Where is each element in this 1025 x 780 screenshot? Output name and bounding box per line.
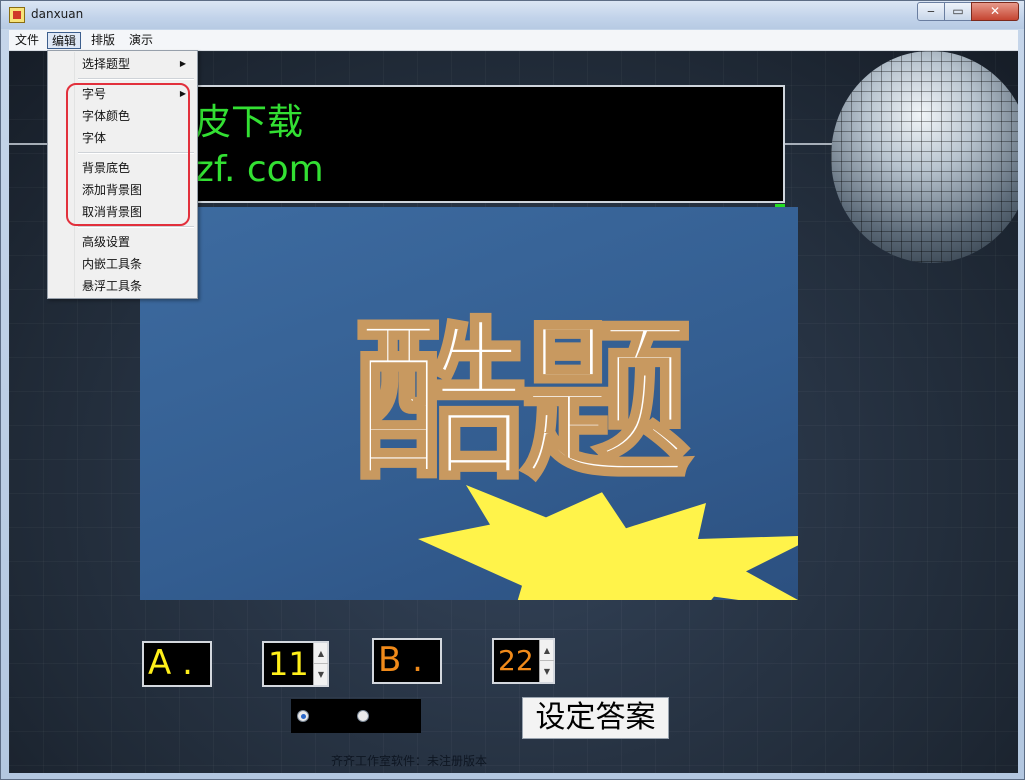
submenu-arrow-icon: ▶ [179, 59, 186, 68]
globe-image [831, 51, 1018, 263]
edit-menu-dropdown: 选择题型 ▶ 字号 ▶ 字体颜色 字体 背景底色 添加背景图 取消背景图 高级设… [47, 50, 198, 299]
answer-radio-group [291, 699, 421, 733]
question-text-box[interactable]: 皮下载 zf. com [139, 85, 785, 203]
menu-separator [78, 226, 194, 228]
stepper-buttons: ▲ ▼ [313, 643, 328, 685]
maximize-button[interactable]: ▭ [944, 2, 972, 21]
minimize-button[interactable]: ‒ [917, 2, 945, 21]
title-bar[interactable]: danxuan ‒ ▭ ✕ [1, 1, 1024, 29]
menu-item-embedded-toolbar[interactable]: 内嵌工具条 [49, 253, 196, 275]
app-icon [9, 7, 25, 23]
stepper-buttons: ▲ ▼ [539, 640, 554, 682]
window-title: danxuan [31, 7, 84, 21]
stepper-up-icon[interactable]: ▲ [314, 643, 328, 664]
radio-option-b[interactable] [357, 710, 369, 722]
menu-edit[interactable]: 编辑 [47, 32, 82, 49]
menu-item-floating-toolbar[interactable]: 悬浮工具条 [49, 275, 196, 297]
app-window: danxuan ‒ ▭ ✕ 文件 编辑 排版 演示 皮下载 zf. com 酷题… [0, 0, 1025, 780]
question-line-2: zf. com [195, 149, 324, 190]
menu-layout[interactable]: 排版 [87, 32, 119, 49]
option-b-stepper[interactable]: 22 ▲ ▼ [492, 638, 555, 684]
set-answer-button[interactable]: 设定答案 [522, 697, 669, 739]
menu-item-question-type[interactable]: 选择题型 ▶ [49, 53, 196, 75]
option-a-stepper[interactable]: 11 ▲ ▼ [262, 641, 329, 687]
menu-present[interactable]: 演示 [125, 32, 157, 49]
option-b-label[interactable]: B . [372, 638, 442, 684]
stepper-down-icon[interactable]: ▼ [314, 664, 328, 685]
menu-separator [78, 78, 194, 80]
option-a-value: 11 [268, 645, 309, 683]
footer-status: 齐齐工作室软件：未注册版本 [331, 754, 488, 768]
option-b-value: 22 [498, 644, 534, 677]
option-a-label[interactable]: A . [142, 641, 212, 687]
menu-item-advanced[interactable]: 高级设置 [49, 231, 196, 253]
menu-item-label: 选择题型 [82, 57, 131, 71]
close-button[interactable]: ✕ [971, 2, 1019, 21]
radio-option-a[interactable] [297, 710, 309, 722]
question-line-1: 皮下载 [195, 102, 304, 143]
logo-text: 酷题 [352, 302, 694, 503]
stepper-down-icon[interactable]: ▼ [540, 661, 554, 682]
highlight-annotation [66, 83, 190, 226]
question-image: 酷题 123 [140, 207, 798, 600]
stepper-up-icon[interactable]: ▲ [540, 640, 554, 661]
menu-file[interactable]: 文件 [11, 32, 43, 49]
menu-bar: 文件 编辑 排版 演示 [9, 30, 1018, 51]
